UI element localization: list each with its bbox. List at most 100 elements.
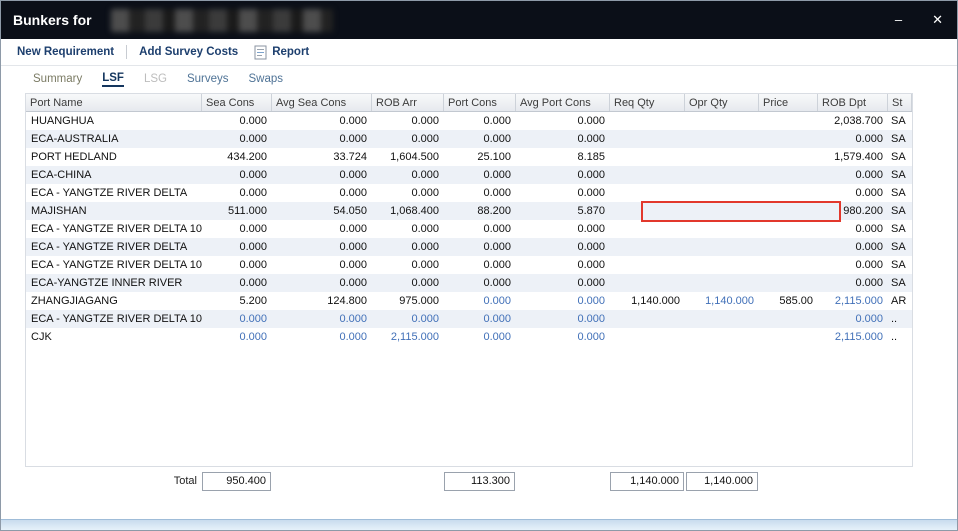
tab-summary[interactable]: Summary [33,73,82,85]
value-cell[interactable]: 2,115.000 [818,328,888,346]
port-name-cell[interactable]: MAJISHAN [26,202,202,220]
value-cell[interactable]: 0.000 [202,130,272,148]
value-cell[interactable]: SA [888,184,912,202]
value-cell[interactable]: 0.000 [516,310,610,328]
value-cell[interactable]: 0.000 [444,220,516,238]
column-header-avg-sea-cons[interactable]: Avg Sea Cons [272,94,372,111]
value-cell[interactable]: 0.000 [444,112,516,130]
value-cell[interactable]: 5.200 [202,292,272,310]
value-cell[interactable]: SA [888,238,912,256]
column-header-opr-qty[interactable]: Opr Qty [685,94,759,111]
value-cell[interactable]: 33.724 [272,148,372,166]
port-name-cell[interactable]: ECA - YANGTZE RIVER DELTA 10( [26,256,202,274]
value-cell[interactable] [610,274,685,292]
table-row[interactable]: ZHANGJIAGANG5.200124.800975.0000.0000.00… [26,292,912,310]
value-cell[interactable]: 0.000 [272,328,372,346]
value-cell[interactable] [759,166,818,184]
value-cell[interactable] [759,202,818,220]
value-cell[interactable]: 0.000 [372,238,444,256]
value-cell[interactable]: 0.000 [372,184,444,202]
table-row[interactable]: PORT HEDLAND434.20033.7241,604.50025.100… [26,148,912,166]
value-cell[interactable]: 0.000 [202,328,272,346]
value-cell[interactable]: 0.000 [272,130,372,148]
value-cell[interactable]: 0.000 [272,256,372,274]
column-header-req-qty[interactable]: Req Qty [610,94,685,111]
value-cell[interactable]: 0.000 [516,256,610,274]
value-cell[interactable] [685,112,759,130]
port-name-cell[interactable]: ECA-YANGTZE INNER RIVER [26,274,202,292]
value-cell[interactable] [759,328,818,346]
value-cell[interactable]: 0.000 [444,274,516,292]
value-cell[interactable]: 2,115.000 [818,292,888,310]
value-cell[interactable] [759,220,818,238]
value-cell[interactable] [759,148,818,166]
column-header-price[interactable]: Price [759,94,818,111]
value-cell[interactable]: 0.000 [202,184,272,202]
value-cell[interactable] [610,184,685,202]
value-cell[interactable]: .. [888,310,912,328]
value-cell[interactable] [685,220,759,238]
value-cell[interactable]: 0.000 [202,256,272,274]
value-cell[interactable]: 0.000 [818,238,888,256]
value-cell[interactable]: SA [888,202,912,220]
table-row[interactable]: ECA-CHINA0.0000.0000.0000.0000.0000.000S… [26,166,912,184]
port-name-cell[interactable]: ECA-CHINA [26,166,202,184]
value-cell[interactable]: 0.000 [372,274,444,292]
value-cell[interactable]: 0.000 [516,238,610,256]
value-cell[interactable]: SA [888,220,912,238]
table-row[interactable]: ECA - YANGTZE RIVER DELTA 10(0.0000.0000… [26,310,912,328]
value-cell[interactable]: 0.000 [444,328,516,346]
value-cell[interactable]: 511.000 [202,202,272,220]
value-cell[interactable]: 0.000 [444,256,516,274]
port-name-cell[interactable]: ECA - YANGTZE RIVER DELTA 10( [26,310,202,328]
value-cell[interactable]: 0.000 [202,310,272,328]
value-cell[interactable]: 975.000 [372,292,444,310]
value-cell[interactable]: 0.000 [202,274,272,292]
tab-lsf[interactable]: LSF [102,72,124,87]
column-header-sea-cons[interactable]: Sea Cons [202,94,272,111]
value-cell[interactable]: SA [888,256,912,274]
value-cell[interactable]: 2,115.000 [372,328,444,346]
column-header-port-name[interactable]: Port Name [26,94,202,111]
value-cell[interactable]: 0.000 [272,274,372,292]
value-cell[interactable]: 0.000 [202,220,272,238]
value-cell[interactable] [685,274,759,292]
tab-surveys[interactable]: Surveys [187,73,229,85]
port-name-cell[interactable]: PORT HEDLAND [26,148,202,166]
port-name-cell[interactable]: ECA - YANGTZE RIVER DELTA [26,184,202,202]
column-header-port-cons[interactable]: Port Cons [444,94,516,111]
value-cell[interactable] [685,166,759,184]
add-survey-costs-button[interactable]: Add Survey Costs [139,46,238,58]
value-cell[interactable]: 1,140.000 [610,292,685,310]
value-cell[interactable]: 0.000 [202,166,272,184]
value-cell[interactable]: 5.870 [516,202,610,220]
port-name-cell[interactable]: ZHANGJIAGANG [26,292,202,310]
value-cell[interactable] [610,220,685,238]
value-cell[interactable]: 0.000 [516,166,610,184]
value-cell[interactable]: 0.000 [272,220,372,238]
value-cell[interactable]: 0.000 [818,256,888,274]
value-cell[interactable]: 0.000 [516,184,610,202]
port-name-cell[interactable]: CJK [26,328,202,346]
value-cell[interactable]: 0.000 [272,310,372,328]
report-button[interactable]: Report [272,46,309,58]
value-cell[interactable]: 0.000 [272,166,372,184]
column-header-rob-arr[interactable]: ROB Arr [372,94,444,111]
value-cell[interactable] [685,130,759,148]
port-name-cell[interactable]: ECA - YANGTZE RIVER DELTA [26,238,202,256]
value-cell[interactable]: 0.000 [516,130,610,148]
value-cell[interactable] [610,112,685,130]
tab-swaps[interactable]: Swaps [249,73,284,85]
value-cell[interactable]: 0.000 [818,220,888,238]
value-cell[interactable] [759,184,818,202]
value-cell[interactable]: 0.000 [372,166,444,184]
value-cell[interactable]: 0.000 [372,220,444,238]
table-row[interactable]: ECA-AUSTRALIA0.0000.0000.0000.0000.0000.… [26,130,912,148]
value-cell[interactable]: 0.000 [818,274,888,292]
value-cell[interactable]: 0.000 [818,184,888,202]
value-cell[interactable] [759,256,818,274]
value-cell[interactable] [759,238,818,256]
value-cell[interactable]: 0.000 [444,292,516,310]
value-cell[interactable]: 0.000 [516,274,610,292]
value-cell[interactable]: 0.000 [372,256,444,274]
